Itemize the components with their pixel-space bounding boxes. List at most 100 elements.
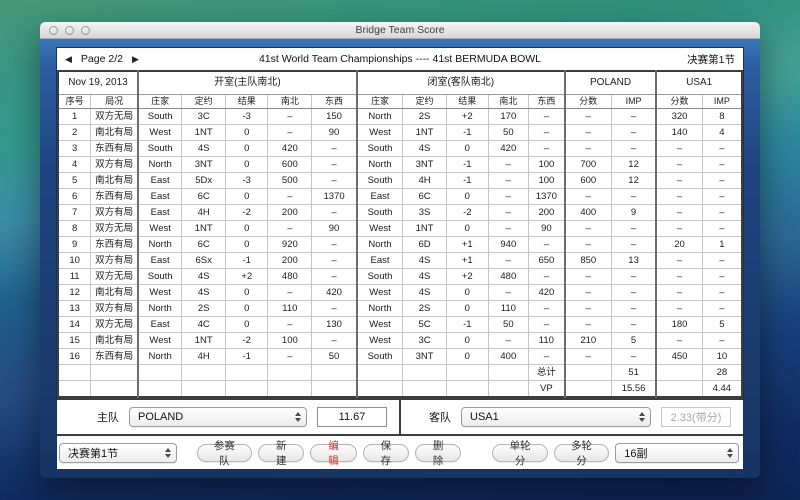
cell: North xyxy=(137,300,183,317)
cell: – xyxy=(487,172,530,189)
table-row[interactable]: 16 东西有局 North 4H -1–50 South 3NT 0 400– – –450 10 xyxy=(57,348,743,365)
cell: North xyxy=(355,236,404,253)
cell: – xyxy=(701,156,743,173)
cell: – xyxy=(311,172,358,189)
cell: South xyxy=(137,108,183,125)
total-row[interactable]: 总计 51 28 xyxy=(57,364,743,381)
cell: 2S xyxy=(402,108,447,125)
cell: +2 xyxy=(445,268,489,285)
cell: – xyxy=(487,220,530,237)
cell: 双方有局 xyxy=(90,252,139,269)
cell: 0 xyxy=(445,348,489,365)
cell xyxy=(181,380,227,398)
cell: 总计 xyxy=(527,364,566,381)
single-round-button[interactable]: 单轮分 xyxy=(492,440,548,467)
cell: 600 xyxy=(563,172,612,189)
table-row[interactable]: 10 双方有局 East 6Sx -1 200– East 4S +1–650 850 13– – xyxy=(57,252,743,269)
table-row[interactable]: 8 双方无局 West 1NT 0–90 West 1NT 0–90– – – – xyxy=(57,220,743,237)
cell: 2S xyxy=(402,300,447,317)
cell: 12 xyxy=(610,172,657,189)
table-row[interactable]: 3 东西有局 South 4S 0 420– South 4S 0 420– – – – – xyxy=(57,140,743,157)
cell xyxy=(137,380,183,398)
table-row[interactable]: 11 双方无局 South 4S +2 480– South 4S +2 480– – – – – xyxy=(57,268,743,285)
cell: – xyxy=(311,268,358,285)
cell: East xyxy=(355,252,404,269)
table-row[interactable]: 1 双方无局 South 3C -3–150 North 2S +2 170– – –320 8 xyxy=(57,108,743,125)
cell: East xyxy=(137,188,183,205)
cell: – xyxy=(267,284,313,301)
cell: – xyxy=(701,252,743,269)
cell: – xyxy=(311,332,358,349)
cell: 140 xyxy=(655,124,703,141)
home-team-select[interactable]: POLAND xyxy=(129,407,307,427)
cell: – xyxy=(487,252,530,269)
new-button[interactable]: 新建 xyxy=(258,440,305,467)
multi-round-button[interactable]: 多轮分 xyxy=(553,440,610,467)
cell: – xyxy=(655,252,703,269)
cell: 4H xyxy=(181,348,227,365)
cell: 420 xyxy=(311,284,358,301)
table-row[interactable]: 2 南北有局 West 1NT 0–90 West 1NT -1 50– – –140 4 xyxy=(57,124,743,141)
championship-title: 41st World Team Championships ---- 41st … xyxy=(258,53,542,65)
home-team-section: 主队 POLAND xyxy=(57,400,399,434)
table-row[interactable]: 12 南北有局 West 4S 0–420 West 4S 0–420– – – – xyxy=(57,284,743,301)
cell: 15 xyxy=(57,332,92,349)
cell: East xyxy=(137,316,183,333)
cell: South xyxy=(355,140,404,157)
away-vp-field xyxy=(661,407,731,427)
cell: 8 xyxy=(701,108,743,125)
table-row[interactable]: 5 南北有局 East 5Dx -3 500– South 4H -1–100 600 12– – xyxy=(57,172,743,189)
delete-button[interactable]: 删除 xyxy=(414,440,462,467)
cell: 0 xyxy=(225,140,269,157)
away-team-select[interactable]: USA1 xyxy=(461,407,651,427)
table-row[interactable]: 6 东西有局 East 6C 0–1370 East 6C 0–1370– – – – xyxy=(57,188,743,205)
cell xyxy=(563,380,612,398)
table-row[interactable]: 7 双方有局 East 4H -2 200– South 3S -2–200 400 9– – xyxy=(57,204,743,221)
table-row[interactable]: 15 南北有局 West 1NT -2 100– West 3C 0–110 210 5– – xyxy=(57,332,743,349)
app-window: Bridge Team Score ◀ Page 2/2 ▶ 41st Worl… xyxy=(40,22,760,478)
cell: – xyxy=(527,348,566,365)
prev-page-icon[interactable]: ◀ xyxy=(65,54,72,65)
cell xyxy=(445,364,489,381)
cell: – xyxy=(311,252,358,269)
cell: 90 xyxy=(527,220,566,237)
cell: 170 xyxy=(487,108,530,125)
cell: 7 xyxy=(57,204,92,221)
cell: 4S xyxy=(181,284,227,301)
cell: 东西有局 xyxy=(90,188,139,205)
cell xyxy=(487,380,530,398)
cell: – xyxy=(610,236,657,253)
cell: 3 xyxy=(57,140,92,157)
cell: 420 xyxy=(267,140,313,157)
cell: 400 xyxy=(563,204,612,221)
teams-button[interactable]: 参赛队 xyxy=(196,440,253,467)
edit-button[interactable]: 编辑 xyxy=(310,440,357,467)
window-titlebar[interactable]: Bridge Team Score xyxy=(40,22,760,39)
cell: 0 xyxy=(225,220,269,237)
cell: – xyxy=(563,108,612,125)
cell: East xyxy=(137,172,183,189)
next-page-icon[interactable]: ▶ xyxy=(132,54,139,65)
cell: – xyxy=(527,140,566,157)
home-vp-field[interactable] xyxy=(317,407,387,427)
cell: 1NT xyxy=(402,220,447,237)
cell: 5 xyxy=(701,316,743,333)
cell: North xyxy=(355,300,404,317)
cell: 180 xyxy=(655,316,703,333)
session-select[interactable]: 决赛第1节 xyxy=(59,442,177,463)
cell: – xyxy=(701,268,743,285)
cell: 东西有局 xyxy=(90,348,139,365)
vp-row[interactable]: VP 15.56 4.44 xyxy=(57,380,743,398)
cell xyxy=(225,380,269,398)
cell: 700 xyxy=(563,156,612,173)
table-row[interactable]: 14 双方无局 East 4C 0–130 West 5C -1 50– – –180 5 xyxy=(57,316,743,333)
cell: 150 xyxy=(311,108,358,125)
cell: 650 xyxy=(527,252,566,269)
boards-select[interactable]: 16副 xyxy=(615,442,740,463)
cell: East xyxy=(355,188,404,205)
cell: 0 xyxy=(225,236,269,253)
table-row[interactable]: 9 东西有局 North 6C 0 920– North 6D +1 940– – –20 1 xyxy=(57,236,743,253)
save-button[interactable]: 保存 xyxy=(362,440,409,467)
table-row[interactable]: 13 双方有局 North 2S 0 110– North 2S 0 110– – – – – xyxy=(57,300,743,317)
table-row[interactable]: 4 双方有局 North 3NT 0 600– North 3NT -1–100 700 12– – xyxy=(57,156,743,173)
